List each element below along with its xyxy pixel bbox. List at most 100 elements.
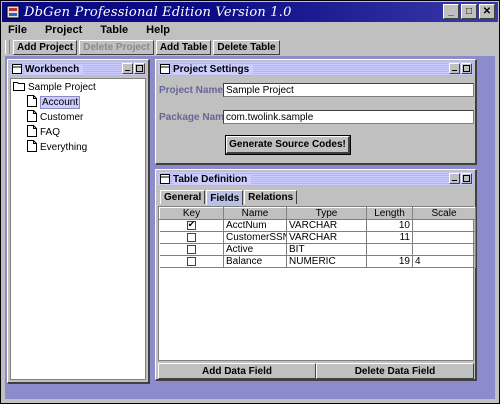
- length-cell[interactable]: 19: [366, 255, 413, 268]
- fields-grid: Key Name Type Length Scale AcctNum VARCH…: [159, 207, 476, 268]
- minimize-icon[interactable]: [122, 63, 133, 74]
- maximize-icon[interactable]: [461, 63, 472, 74]
- menu-project[interactable]: Project: [45, 24, 82, 36]
- column-header-type[interactable]: Type: [286, 207, 367, 220]
- close-button[interactable]: ✕: [479, 4, 495, 19]
- toolbar-grip[interactable]: [5, 40, 10, 54]
- add-project-button[interactable]: Add Project: [13, 39, 78, 55]
- package-name-field[interactable]: com.twolink.sample: [223, 110, 474, 124]
- fields-table[interactable]: Key Name Type Length Scale AcctNum VARCH…: [158, 206, 476, 361]
- type-cell[interactable]: VARCHAR: [286, 219, 367, 232]
- key-checkbox[interactable]: [186, 244, 196, 254]
- minimize-icon[interactable]: [449, 173, 460, 184]
- name-cell[interactable]: Active: [223, 243, 287, 256]
- workbench-frame-controls: [122, 63, 145, 74]
- project-settings-title: Project Settings: [173, 63, 254, 75]
- tree-root-label: Sample Project: [28, 82, 96, 93]
- toolbar: Add Project Delete Project Add Table Del…: [2, 39, 498, 55]
- tree-item-everything[interactable]: Everything: [27, 140, 87, 155]
- key-cell: [159, 243, 224, 256]
- table-row[interactable]: Active BIT: [159, 243, 476, 256]
- maximize-button[interactable]: □: [461, 4, 477, 19]
- tree-item-label: Account: [40, 96, 81, 109]
- menu-help[interactable]: Help: [146, 24, 170, 36]
- column-header-key[interactable]: Key: [159, 207, 224, 220]
- scale-cell[interactable]: [412, 219, 476, 232]
- frame-icon: [160, 174, 171, 185]
- table-row[interactable]: CustomerSSN VARCHAR 11: [159, 231, 476, 244]
- project-name-label: Project Name: [159, 85, 223, 96]
- maximize-icon[interactable]: [461, 173, 472, 184]
- frame-icon: [160, 64, 171, 75]
- settings-frame-controls: [449, 63, 472, 74]
- generate-source-button[interactable]: Generate Source Codes!: [225, 135, 351, 155]
- tree-item-label: Customer: [40, 112, 84, 123]
- file-icon: [27, 125, 37, 140]
- project-tree[interactable]: Sample Project Account Customer FAQ Ever…: [10, 78, 146, 380]
- name-cell[interactable]: CustomerSSN: [223, 231, 287, 244]
- title-bar[interactable]: DbGen Professional Edition Version 1.0 _…: [2, 2, 498, 22]
- delete-data-field-button[interactable]: Delete Data Field: [316, 363, 474, 379]
- column-header-scale[interactable]: Scale: [412, 207, 476, 220]
- tree-item-faq[interactable]: FAQ: [27, 125, 60, 140]
- key-checkbox[interactable]: [186, 232, 196, 242]
- window-title: DbGen Professional Edition Version 1.0: [24, 4, 292, 20]
- table-header-row: Key Name Type Length Scale: [159, 207, 476, 220]
- table-definition-panel: Table Definition General Fields Relation…: [155, 169, 477, 381]
- delete-table-button[interactable]: Delete Table: [213, 39, 280, 55]
- tree-item-customer[interactable]: Customer: [27, 110, 83, 125]
- add-table-button[interactable]: Add Table: [155, 39, 212, 55]
- project-settings-panel: Project Settings Project Name Sample Pro…: [155, 59, 477, 165]
- tree-item-label: Everything: [40, 142, 88, 153]
- name-cell[interactable]: AcctNum: [223, 219, 287, 232]
- scale-cell[interactable]: [412, 243, 476, 256]
- scale-cell[interactable]: [412, 231, 476, 244]
- tabledef-frame-controls: [449, 173, 472, 184]
- app-icon: [6, 5, 20, 19]
- key-cell: [159, 231, 224, 244]
- project-settings-titlebar[interactable]: Project Settings: [158, 62, 473, 76]
- field-actions: Add Data Field Delete Data Field: [158, 363, 474, 379]
- length-cell[interactable]: 10: [366, 219, 413, 232]
- project-name-field[interactable]: Sample Project: [223, 83, 474, 97]
- key-checkbox[interactable]: [186, 220, 196, 230]
- table-row[interactable]: Balance NUMERIC 19 4: [159, 255, 476, 268]
- add-data-field-button[interactable]: Add Data Field: [158, 363, 316, 379]
- maximize-icon[interactable]: [134, 63, 145, 74]
- type-cell[interactable]: NUMERIC: [286, 255, 367, 268]
- tree-item-label: FAQ: [40, 127, 61, 138]
- app-window: DbGen Professional Edition Version 1.0 _…: [0, 0, 500, 404]
- menu-bar: File Project Table Help: [2, 22, 498, 38]
- key-cell: [159, 219, 224, 232]
- type-cell[interactable]: BIT: [286, 243, 367, 256]
- tab-general[interactable]: General: [160, 190, 206, 204]
- table-row[interactable]: AcctNum VARCHAR 10: [159, 219, 476, 232]
- file-icon: [27, 140, 37, 155]
- menu-table[interactable]: Table: [100, 24, 128, 36]
- length-cell[interactable]: [366, 243, 413, 256]
- key-checkbox[interactable]: [186, 256, 196, 266]
- length-cell[interactable]: 11: [366, 231, 413, 244]
- table-definition-titlebar[interactable]: Table Definition: [158, 172, 473, 186]
- tree-root[interactable]: Sample Project: [13, 80, 96, 95]
- column-header-length[interactable]: Length: [366, 207, 413, 220]
- type-cell[interactable]: VARCHAR: [286, 231, 367, 244]
- minimize-button[interactable]: _: [443, 4, 459, 19]
- tab-strip: General Fields Relations: [160, 190, 298, 205]
- workbench-titlebar[interactable]: Workbench: [10, 62, 146, 76]
- scale-cell[interactable]: 4: [412, 255, 476, 268]
- tab-relations[interactable]: Relations: [244, 190, 298, 204]
- name-cell[interactable]: Balance: [223, 255, 287, 268]
- delete-project-button: Delete Project: [79, 39, 154, 55]
- menu-file[interactable]: File: [8, 24, 27, 36]
- column-header-name[interactable]: Name: [223, 207, 287, 220]
- file-icon: [27, 95, 37, 110]
- minimize-icon[interactable]: [449, 63, 460, 74]
- window-controls: _ □ ✕: [443, 4, 495, 19]
- tree-item-account[interactable]: Account: [27, 95, 81, 110]
- tab-fields[interactable]: Fields: [206, 190, 244, 205]
- frame-icon: [12, 64, 23, 75]
- package-name-label: Package Name: [159, 112, 230, 123]
- key-cell: [159, 255, 224, 268]
- table-definition-title: Table Definition: [173, 173, 252, 185]
